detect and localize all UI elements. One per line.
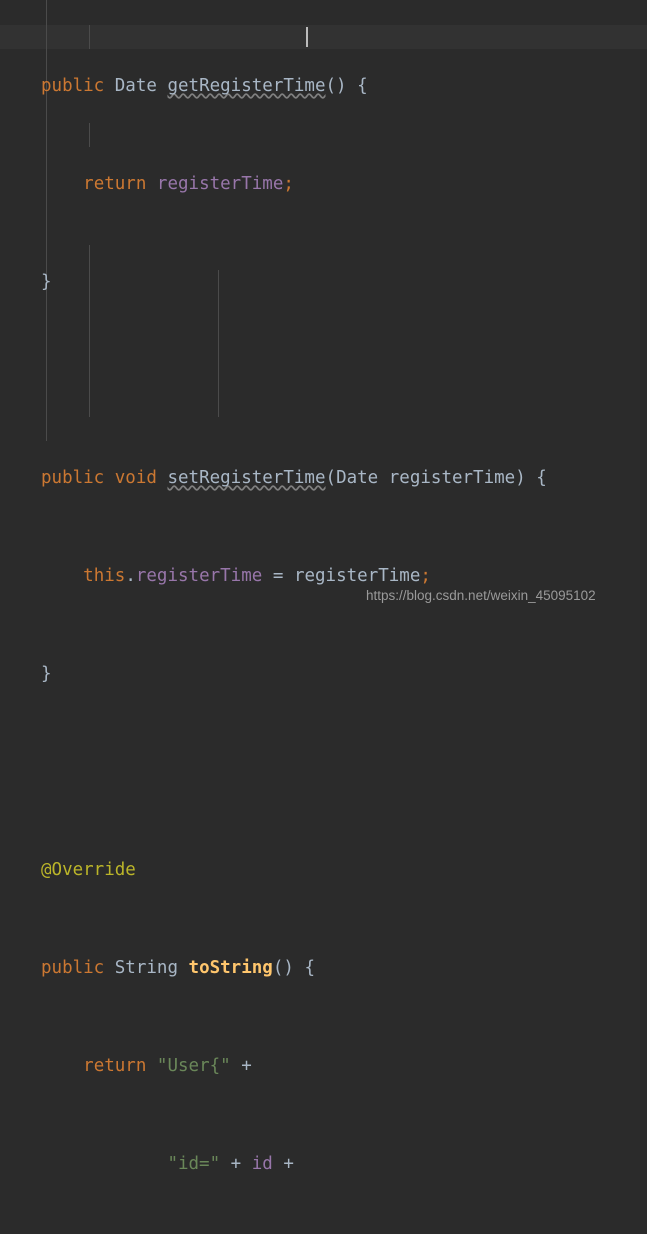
keyword-return: return xyxy=(83,173,147,194)
dot: . xyxy=(125,565,136,586)
annotation-override: @Override xyxy=(41,859,136,880)
code-line: "id=" + id + xyxy=(0,1152,547,1177)
operator-plus: + xyxy=(230,1153,242,1174)
string-literal-id: "id=" xyxy=(167,1153,221,1174)
string-literal-user-open: "User{" xyxy=(156,1055,231,1076)
param-register-time: registerTime xyxy=(388,467,516,488)
field-register-time: registerTime xyxy=(135,565,263,586)
code-line: } xyxy=(0,270,547,295)
code-line: } xyxy=(0,662,547,687)
operator-assign: = xyxy=(272,565,284,586)
paren-pair: () xyxy=(272,957,294,978)
keyword-public: public xyxy=(41,75,105,96)
operator-plus: + xyxy=(283,1153,294,1174)
type-date: Date xyxy=(336,467,379,488)
keyword-public: public xyxy=(41,957,105,978)
brace-open: { xyxy=(357,75,368,96)
paren-open: ( xyxy=(325,467,337,488)
brace-open: { xyxy=(536,467,547,488)
keyword-public: public xyxy=(41,467,105,488)
operator-plus: + xyxy=(241,1055,252,1076)
keyword-this: this xyxy=(83,565,126,586)
code-line: this.registerTime = registerTime; xyxy=(0,564,547,589)
type-date: Date xyxy=(114,75,157,96)
method-name-get-register-time: getRegisterTime xyxy=(167,75,326,96)
method-name-to-string: toString xyxy=(188,957,273,978)
field-register-time: registerTime xyxy=(156,173,284,194)
keyword-return: return xyxy=(83,1055,147,1076)
brace-open: { xyxy=(304,957,315,978)
keyword-void: void xyxy=(114,467,157,488)
semicolon: ; xyxy=(420,565,431,586)
param-register-time: registerTime xyxy=(293,565,421,586)
method-name-set-register-time: setRegisterTime xyxy=(167,467,326,488)
brace-close: } xyxy=(41,271,52,292)
paren-pair: () xyxy=(325,75,347,96)
type-string: String xyxy=(114,957,178,978)
code-line: return registerTime; xyxy=(0,172,547,197)
code-line: @Override xyxy=(0,858,547,883)
semicolon: ; xyxy=(283,173,294,194)
brace-close: } xyxy=(41,663,52,684)
code-line: public Date getRegisterTime() { xyxy=(0,74,547,99)
code-line: return "User{" + xyxy=(0,1054,547,1079)
paren-close: ) xyxy=(515,467,526,488)
text-caret xyxy=(306,27,308,47)
code-line: public void setRegisterTime(Date registe… xyxy=(0,466,547,491)
code-content[interactable]: public Date getRegisterTime() { return r… xyxy=(0,0,547,1234)
field-id: id xyxy=(251,1153,273,1174)
code-line: public String toString() { xyxy=(0,956,547,981)
code-editor[interactable]: public Date getRegisterTime() { return r… xyxy=(0,0,647,1174)
watermark-url: https://blog.csdn.net/weixin_45095102 xyxy=(366,588,596,603)
